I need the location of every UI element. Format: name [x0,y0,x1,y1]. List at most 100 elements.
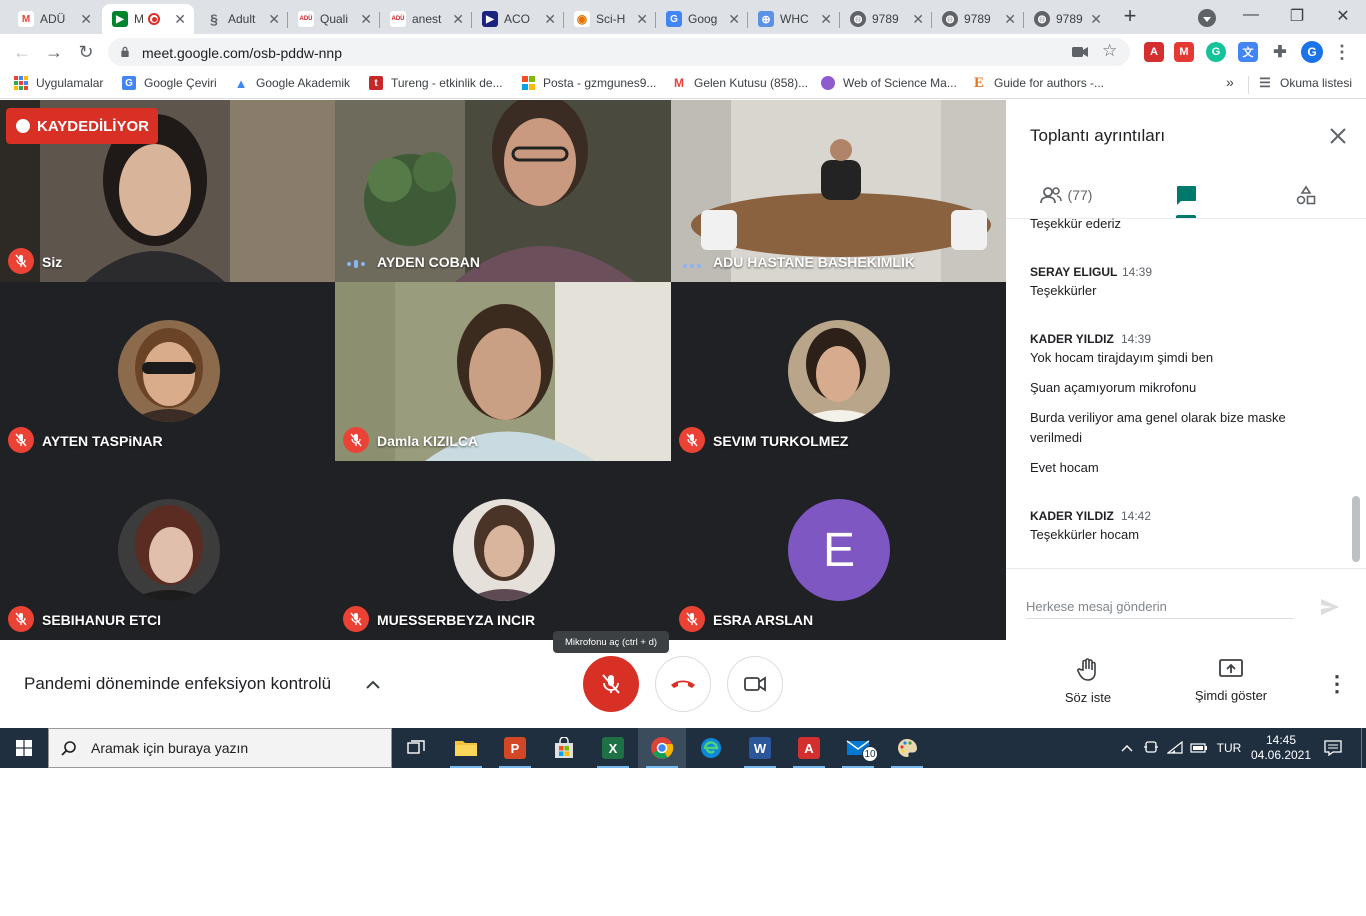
bookmark-gelen-kutusu[interactable]: M Gelen Kutusu (858)... [672,76,808,90]
show-hidden-icons-button[interactable] [1118,728,1136,768]
close-icon[interactable]: ✕ [544,11,556,28]
close-icon[interactable]: ✕ [636,11,648,28]
start-button[interactable] [0,728,48,768]
browser-menu-icon[interactable]: ⋮ [1332,42,1352,62]
camera-toggle-button[interactable] [727,656,783,712]
bookmark-google-akademik[interactable]: ▲ Google Akademik [234,76,351,91]
close-icon[interactable]: ✕ [360,11,372,28]
mic-toggle-button[interactable] [583,656,639,712]
input-language[interactable]: TUR [1212,728,1246,768]
meeting-title[interactable]: Pandemi döneminde enfeksiyon kontrolü [24,674,331,694]
tab-who[interactable]: ⊕ WHC ✕ [748,4,840,34]
word-app[interactable]: W [736,728,784,768]
close-icon[interactable] [1324,122,1352,150]
battery-status-icon[interactable] [1188,728,1210,768]
leave-call-button[interactable] [655,656,711,712]
participant-tile-self[interactable]: KAYDEDİLİYOR Siz [0,100,335,282]
profile-avatar[interactable]: G [1301,41,1323,63]
tab-book-2[interactable]: ◍ 9789 ✕ [932,4,1024,34]
close-icon[interactable]: ✕ [912,11,924,28]
tab-search-button[interactable] [1198,9,1216,27]
close-icon[interactable]: ✕ [728,11,740,28]
tab-google[interactable]: G Goog ✕ [656,4,748,34]
puzzle-extensions-icon[interactable]: ✚ [1270,42,1290,62]
forward-button[interactable]: → [42,40,66,64]
more-options-icon[interactable]: ⋮ [1326,672,1348,696]
tab-scihub[interactable]: ◉ Sci-H ✕ [564,4,656,34]
tab-people[interactable]: (77) [1006,172,1126,218]
gmail-icon: M [674,76,684,90]
chat-message-input[interactable] [1026,595,1294,619]
chevron-up-icon[interactable] [362,674,384,696]
bookmark-web-of-science[interactable]: Web of Science Ma... [821,76,957,90]
new-tab-button[interactable]: + [1118,4,1142,28]
chat-scrollbar[interactable] [1352,496,1360,562]
store-app[interactable] [540,728,588,768]
close-icon[interactable]: ✕ [80,11,92,28]
bookmark-star-icon[interactable]: ☆ [1102,41,1117,61]
raise-hand-button[interactable]: Söz iste [1033,658,1143,714]
mendeley-extension-icon[interactable]: M [1174,42,1194,62]
reload-button[interactable]: ↻ [74,40,98,64]
minimize-button[interactable]: — [1228,6,1274,24]
tab-gmail[interactable]: M ADÜ ✕ [8,4,100,34]
close-icon[interactable]: ✕ [1004,11,1016,28]
restore-button[interactable]: ❐ [1274,6,1320,26]
participant-tile-ayden-coban[interactable]: AYDEN COBAN [335,100,671,282]
acrobat-app[interactable]: A [785,728,833,768]
tab-adult[interactable]: § Adult ✕ [196,4,288,34]
bookmark-google-ceviri[interactable]: G Google Çeviri [122,76,217,90]
reading-list-button[interactable]: ☰ Okuma listesi [1258,75,1352,90]
close-icon[interactable]: ✕ [174,11,186,28]
tab-activities[interactable] [1246,172,1366,218]
participant-tile-muesserbeyza-incir[interactable]: MUESSERBEYZA INCIR [335,461,671,640]
tab-aco[interactable]: ▶ ACO ✕ [472,4,564,34]
more-bookmarks-button[interactable]: » [1226,74,1234,90]
bookmark-guide-for-authors[interactable]: E Guide for authors -... [972,75,1104,91]
bookmark-tureng[interactable]: t Tureng - etkinlik de... [369,76,503,90]
file-explorer-app[interactable] [442,728,490,768]
acrobat-extension-icon[interactable]: A [1144,42,1164,62]
paint-app[interactable] [883,728,931,768]
send-icon[interactable] [1318,595,1342,619]
tab-book-3[interactable]: ◍ 9789 ✕ [1024,4,1110,34]
wifi-status-icon[interactable] [1164,728,1186,768]
powerpoint-app[interactable]: P [491,728,539,768]
close-window-button[interactable]: ✕ [1320,6,1366,26]
clock[interactable]: 14:45 04.06.2021 [1248,728,1314,768]
close-icon[interactable]: ✕ [452,11,464,28]
close-icon[interactable]: ✕ [268,11,280,28]
participant-tile-sevim-turkolmez[interactable]: SEVIM TURKOLMEZ [671,282,1006,461]
tab-quali[interactable]: ADÜ Quali ✕ [288,4,380,34]
task-view-button[interactable] [392,728,440,768]
bookmark-posta[interactable]: Posta - gzmgunes9... [521,76,656,90]
edge-app[interactable] [687,728,735,768]
participant-tile-damla-kizilca[interactable]: Damla KIZILCA [335,282,671,461]
translate-extension-icon[interactable]: 文 [1238,42,1258,62]
participant-tile-sebihanur-etci[interactable]: SEBIHANUR ETCI [0,461,335,640]
taskbar-search-box[interactable]: Aramak için buraya yazın [48,728,392,768]
chrome-app[interactable] [638,728,686,768]
tray-meet-present-icon[interactable] [1140,728,1162,768]
grammarly-extension-icon[interactable]: G [1206,42,1226,62]
address-bar[interactable]: meet.google.com/osb-pddw-nnp ☆ [108,38,1130,66]
chrome-icon [651,737,674,759]
excel-app[interactable]: X [589,728,637,768]
show-desktop-button[interactable] [1361,728,1366,768]
close-icon[interactable]: ✕ [820,11,832,28]
meet-icon: ▶ [112,11,128,27]
action-center-button[interactable] [1316,728,1350,768]
back-button[interactable]: ← [10,40,34,64]
tab-chat[interactable] [1126,172,1246,218]
tab-book-1[interactable]: ◍ 9789 ✕ [840,4,932,34]
present-now-button[interactable]: Şimdi göster [1176,658,1286,714]
mail-app[interactable]: 10 [834,728,882,768]
participant-tile-adu-hastane[interactable]: ADU HASTANE BASHEKIMLIK [671,100,1006,282]
close-icon[interactable]: ✕ [1090,11,1102,28]
participant-tile-esra-arslan[interactable]: E ESRA ARSLAN [671,461,1006,640]
tab-anest[interactable]: ADÜ anest ✕ [380,4,472,34]
bookmark-apps[interactable]: Uygulamalar [14,76,103,90]
participant-tile-ayten-taspinar[interactable]: AYTEN TASPiNAR [0,282,335,461]
camera-icon[interactable] [1072,46,1088,58]
tab-meet[interactable]: ▶ M ✕ [102,4,194,34]
